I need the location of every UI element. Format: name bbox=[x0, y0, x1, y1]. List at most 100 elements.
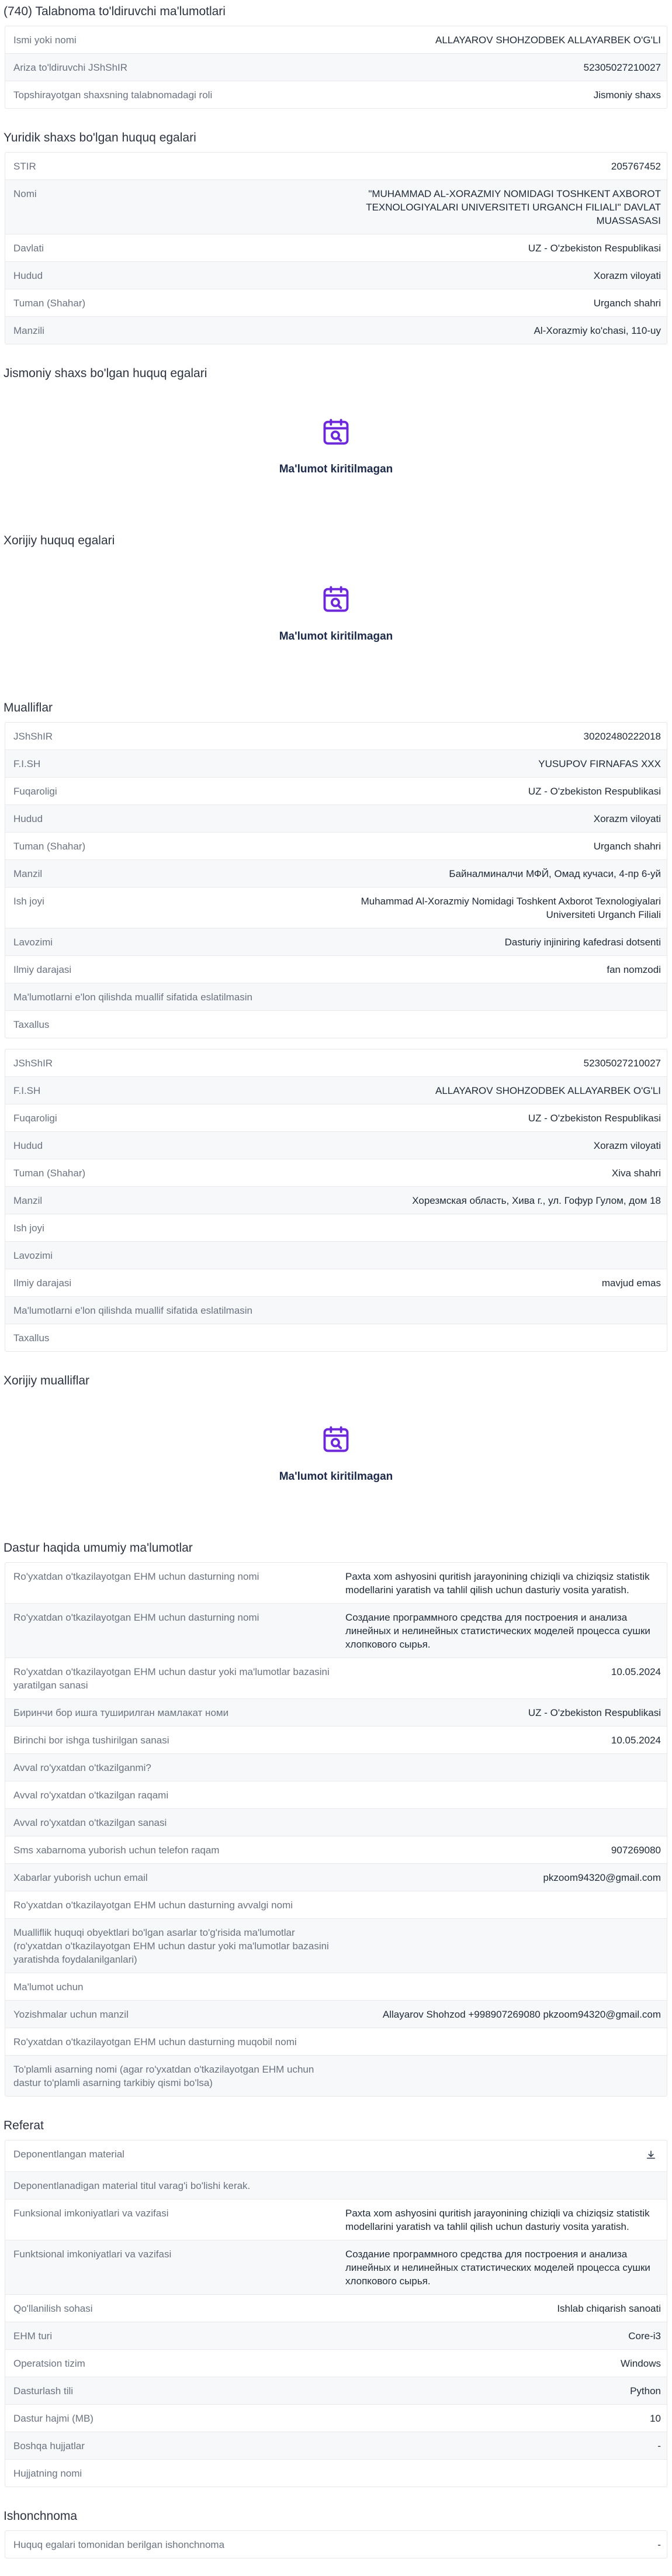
row-value: UZ - O'zbekiston Respublikasi bbox=[528, 1113, 661, 1124]
detail-row: Ro'yxatdan o'tkazilayotgan EHM uchun das… bbox=[5, 1891, 667, 1919]
empty-state-individual-owners: Ma'lumot kiritilmagan bbox=[2, 388, 670, 505]
row-value: 52305027210027 bbox=[583, 62, 661, 73]
row-label: STIR bbox=[13, 161, 36, 172]
row-value: pkzoom94320@gmail.com bbox=[543, 1872, 661, 1883]
row-label: Deponentlanadigan material titul varag'i… bbox=[13, 2180, 251, 2191]
row-label: F.I.SH bbox=[13, 1085, 41, 1096]
detail-row: Funktsional imkoniyatlari va vazifasi Соз… bbox=[5, 2240, 667, 2295]
section-title-legal-owners: Yuridik shaxs bo'lgan huquq egalari bbox=[4, 131, 196, 144]
page: (740) Talabnoma to'ldiruvchi ma'lumotlar… bbox=[0, 0, 672, 2558]
row-label: Qo'llanilish sohasi bbox=[13, 2303, 93, 2314]
detail-row: Yozishmalar uchun manzil Allayarov Shohzo… bbox=[5, 2001, 667, 2028]
row-label: Taxallus bbox=[13, 1019, 50, 1030]
detail-row: Ish joyi bbox=[5, 1214, 667, 1242]
row-label: Deponentlangan material bbox=[13, 2149, 124, 2160]
row-label: Sms xabarnoma yuborish uchun telefon raq… bbox=[13, 1845, 220, 1856]
row-label: Hudud bbox=[13, 270, 43, 281]
row-label: Ro'yxatdan o'tkazilayotgan EHM uchun das… bbox=[13, 1666, 330, 1691]
row-label: EHM turi bbox=[13, 2330, 53, 2342]
row-label: JShShIR bbox=[13, 1058, 53, 1069]
row-label: Ro'yxatdan o'tkazilayotgan EHM uchun das… bbox=[13, 1612, 259, 1623]
section-title-individual-owners: Jismoniy shaxs bo'lgan huquq egalari bbox=[4, 367, 207, 380]
row-label: Ilmiy darajasi bbox=[13, 1277, 72, 1289]
row-label: Hudud bbox=[13, 1140, 43, 1151]
detail-row: Avval ro'yxatdan o'tkazilgan raqami bbox=[5, 1781, 667, 1809]
detail-row: To'plamli asarning nomi (agar ro'yxatdan… bbox=[5, 2056, 667, 2096]
row-value: Хорезмская область, Хива г., ул. Гофур Г… bbox=[412, 1195, 661, 1206]
row-label: Ma'lumotlarni e'lon qilishda muallif sif… bbox=[13, 1305, 253, 1316]
row-label: Dastur hajmi (MB) bbox=[13, 2413, 93, 2424]
row-label: Ma'lumot uchun bbox=[13, 1981, 84, 1993]
row-label: Avval ro'yxatdan o'tkazilgan sanasi bbox=[13, 1817, 167, 1828]
detail-row: Ish joyi Muhammad Al-Xorazmiy Nomidagi To… bbox=[5, 888, 667, 928]
detail-row: Биринчи бор ишга туширилган мамлакат ном… bbox=[5, 1699, 667, 1726]
row-label: Ro'yxatdan o'tkazilayotgan EHM uchun das… bbox=[13, 1571, 259, 1582]
row-label: Nomi bbox=[13, 188, 37, 199]
detail-row: Lavozimi Dasturiy injiniring kafedrasi do… bbox=[5, 928, 667, 956]
row-value: Paxta xom ashyosini quritish jarayoninin… bbox=[345, 1571, 650, 1596]
row-value: Xiva shahri bbox=[611, 1168, 661, 1179]
row-label: Hudud bbox=[13, 813, 43, 824]
row-label: Huquq egalari tomonidan berilgan ishonch… bbox=[13, 2539, 225, 2550]
detail-row: Operatsion tizim Windows bbox=[5, 2350, 667, 2377]
row-value: 10.05.2024 bbox=[611, 1735, 661, 1746]
row-value: UZ - O'zbekiston Respublikasi bbox=[528, 1707, 661, 1718]
detail-row: Fuqaroligi UZ - O'zbekiston Respublikasi bbox=[5, 778, 667, 805]
detail-row: Ilmiy darajasi fan nomzodi bbox=[5, 956, 667, 983]
row-value: Xorazm viloyati bbox=[593, 813, 661, 824]
detail-row: Avval ro'yxatdan o'tkazilganmi? bbox=[5, 1754, 667, 1781]
detail-row: Davlati UZ - O'zbekiston Respublikasi bbox=[5, 234, 667, 262]
detail-row: Mualliflik huquqi obyektlari bo'lgan asa… bbox=[5, 1919, 667, 1973]
detail-row: Ismi yoki nomi ALLAYAROV SHOHZODBEK ALLAY… bbox=[5, 26, 667, 54]
download-button[interactable] bbox=[641, 2147, 661, 2165]
detail-row: Xabarlar yuborish uchun email pkzoom94320… bbox=[5, 1864, 667, 1891]
row-label: Avval ro'yxatdan o'tkazilganmi? bbox=[13, 1762, 151, 1773]
row-label: Tuman (Shahar) bbox=[13, 841, 86, 852]
referat-table: Deponentlangan material Deponentlanadiga… bbox=[5, 2140, 667, 2487]
referat-rows: Deponentlanadigan material titul varag'i… bbox=[5, 2172, 667, 2487]
detail-row: STIR 205767452 bbox=[5, 153, 667, 180]
row-value: 30202480222018 bbox=[583, 731, 661, 742]
row-value: 907269080 bbox=[611, 1845, 661, 1856]
row-value: Windows bbox=[621, 2358, 661, 2369]
detail-row: Taxallus bbox=[5, 1011, 667, 1038]
row-label: Manzil bbox=[13, 868, 43, 879]
detail-row: Hudud Xorazm viloyati bbox=[5, 1132, 667, 1159]
row-label: Tuman (Shahar) bbox=[13, 298, 86, 309]
download-icon bbox=[645, 2149, 657, 2164]
empty-state-foreign-authors: Ma'lumot kiritilmagan bbox=[2, 1395, 670, 1512]
row-label: Boshqa hujjatlar bbox=[13, 2440, 85, 2451]
row-label: Birinchi bor ishga tushirilgan sanasi bbox=[13, 1735, 169, 1746]
row-value: ALLAYAROV SHOHZODBEK ALLAYARBEK O'G'LI bbox=[435, 1085, 661, 1096]
detail-row: Ro'yxatdan o'tkazilayotgan EHM uchun das… bbox=[5, 2028, 667, 2056]
detail-row: Tuman (Shahar) Urganch shahri bbox=[5, 289, 667, 317]
detail-row: Ariza to'ldiruvchi JShShIR 52305027210027 bbox=[5, 54, 667, 81]
row-value: mavjud emas bbox=[601, 1277, 661, 1289]
row-value: UZ - O'zbekiston Respublikasi bbox=[528, 243, 661, 254]
section-title-authors: Mualliflar bbox=[4, 701, 53, 714]
section-title-foreign-authors: Xorijiy mualliflar bbox=[4, 1374, 90, 1387]
detail-row: Deponentlanadigan material titul varag'i… bbox=[5, 2172, 667, 2199]
empty-state-text: Ma'lumot kiritilmagan bbox=[279, 630, 393, 643]
detail-row: Ilmiy darajasi mavjud emas bbox=[5, 1269, 667, 1297]
detail-row: Qo'llanilish sohasi Ishlab chiqarish sano… bbox=[5, 2295, 667, 2322]
deposit-material-row: Deponentlangan material bbox=[5, 2140, 667, 2172]
row-label: Lavozimi bbox=[13, 937, 53, 948]
row-label: To'plamli asarning nomi (agar ro'yxatdan… bbox=[13, 2064, 314, 2088]
row-label: Ariza to'ldiruvchi JShShIR bbox=[13, 62, 128, 73]
row-value: Создание программного средства для постр… bbox=[345, 1612, 650, 1650]
section-title-foreign-owners: Xorijiy huquq egalari bbox=[4, 534, 115, 547]
author-table-2: JShShIR 52305027210027 F.I.SH ALLAYAROV SHO… bbox=[5, 1049, 667, 1352]
legal-owners-table: STIR 205767452 Nomi "MUHAMMAD AL-XORAZMIY N… bbox=[5, 152, 667, 344]
row-label: Mualliflik huquqi obyektlari bo'lgan asa… bbox=[13, 1927, 329, 1965]
detail-row: Topshirayotgan shaxsning talabnomadagi r… bbox=[5, 81, 667, 108]
row-value: "MUHAMMAD AL-XORAZMIY NOMIDAGI TOSHKENT … bbox=[366, 188, 661, 226]
detail-row: Manzil Хорезмская область, Хива г., ул. Г… bbox=[5, 1187, 667, 1214]
row-label: F.I.SH bbox=[13, 758, 41, 769]
empty-state-text: Ma'lumot kiritilmagan bbox=[279, 1470, 393, 1483]
row-label: Operatsion tizim bbox=[13, 2358, 85, 2369]
detail-row: Ma'lumotlarni e'lon qilishda muallif sif… bbox=[5, 983, 667, 1011]
detail-row: Ma'lumotlarni e'lon qilishda muallif sif… bbox=[5, 1297, 667, 1324]
row-value: Xorazm viloyati bbox=[593, 1140, 661, 1151]
row-label: Yozishmalar uchun manzil bbox=[13, 2009, 129, 2020]
